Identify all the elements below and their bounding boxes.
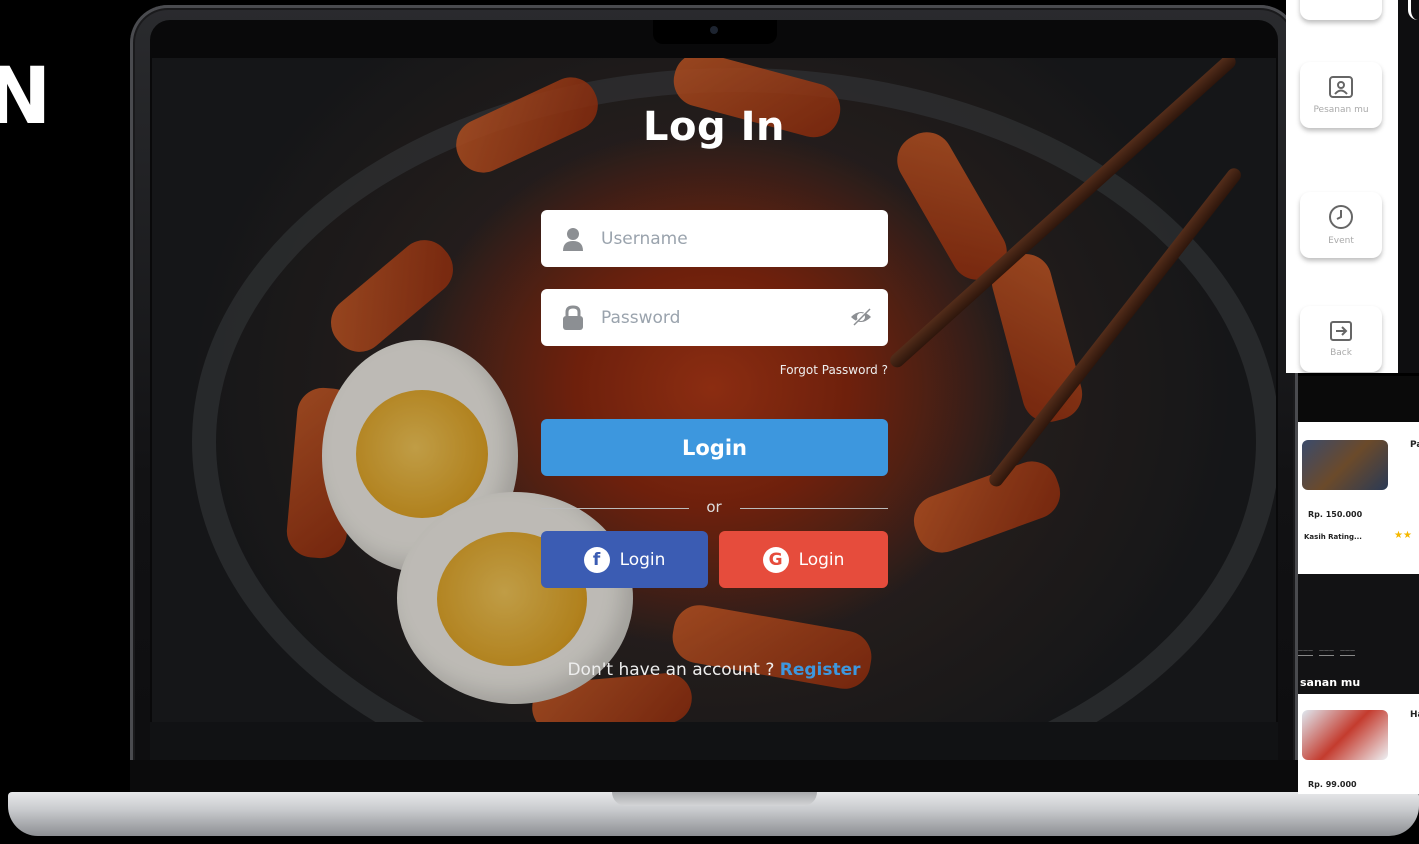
rating-label[interactable]: Kasih Rating... <box>1304 533 1362 541</box>
nav-item-label: Event <box>1328 236 1354 246</box>
forgot-password-link[interactable]: Forgot Password ? <box>780 363 888 377</box>
nav-item-label: Back <box>1330 348 1352 358</box>
register-link[interactable]: Register <box>780 660 861 680</box>
username-field[interactable] <box>541 210 888 267</box>
section-title: sanan mu <box>1300 676 1361 689</box>
google-icon: G <box>762 546 789 573</box>
page-title: Log In <box>643 104 785 150</box>
dim-overlay <box>152 58 1276 722</box>
rating-stars-icon[interactable]: ★★ <box>1394 530 1412 541</box>
divider-line-left <box>541 508 689 509</box>
eye-slash-icon[interactable] <box>850 307 872 327</box>
divider-or-text: or <box>706 498 722 516</box>
camera-icon <box>710 26 718 34</box>
facebook-login-label: Login <box>619 549 666 570</box>
card-title: Ha <box>1410 710 1419 720</box>
phone-edge <box>1398 0 1419 373</box>
app-preview: Pa Rp. 150.000 Kasih Rating... ★★ ——————… <box>1298 376 1419 794</box>
divider-line-right <box>740 508 888 509</box>
no-account-text: Don't have an account ? <box>567 660 775 680</box>
card-price: Rp. 99.000 <box>1308 780 1357 789</box>
nav-item-event[interactable]: Event <box>1300 192 1382 258</box>
facebook-login-button[interactable]: f Login <box>541 531 708 588</box>
card-title: Pa <box>1410 440 1419 450</box>
laptop-chin <box>130 760 1298 792</box>
facebook-icon: f <box>583 546 610 573</box>
username-input[interactable] <box>599 227 823 250</box>
register-row: Don't have an account ? Register <box>152 660 1276 680</box>
laptop-base-notch <box>612 792 817 806</box>
food-thumbnail[interactable] <box>1302 710 1388 760</box>
nav-item-label: Pesanan mu <box>1313 105 1369 115</box>
lock-icon <box>563 304 583 330</box>
exit-icon <box>1330 321 1352 341</box>
nav-card-top <box>1300 0 1382 20</box>
google-login-label: Login <box>798 549 845 570</box>
background-heading: N <box>0 52 52 142</box>
login-screen: Log In Forgot Password ? Login or f Logi… <box>152 58 1276 722</box>
card-price: Rp. 150.000 <box>1308 510 1363 519</box>
side-nav-preview: Pesanan mu Event Back <box>1286 0 1398 373</box>
person-card-icon <box>1329 76 1353 98</box>
nav-item-back[interactable]: Back <box>1300 306 1382 372</box>
password-input[interactable] <box>599 306 823 329</box>
app-preview-header <box>1298 376 1419 422</box>
food-thumbnail[interactable] <box>1302 440 1388 490</box>
password-field[interactable] <box>541 289 888 346</box>
login-button[interactable]: Login <box>541 419 888 476</box>
clock-icon <box>1329 205 1353 229</box>
user-icon <box>563 227 583 251</box>
app-tabs: ——— ——— ——— <box>1298 648 1355 656</box>
screen-bottom-bar <box>150 722 1278 760</box>
google-login-button[interactable]: G Login <box>719 531 888 588</box>
nav-item-pesanan[interactable]: Pesanan mu <box>1300 62 1382 128</box>
